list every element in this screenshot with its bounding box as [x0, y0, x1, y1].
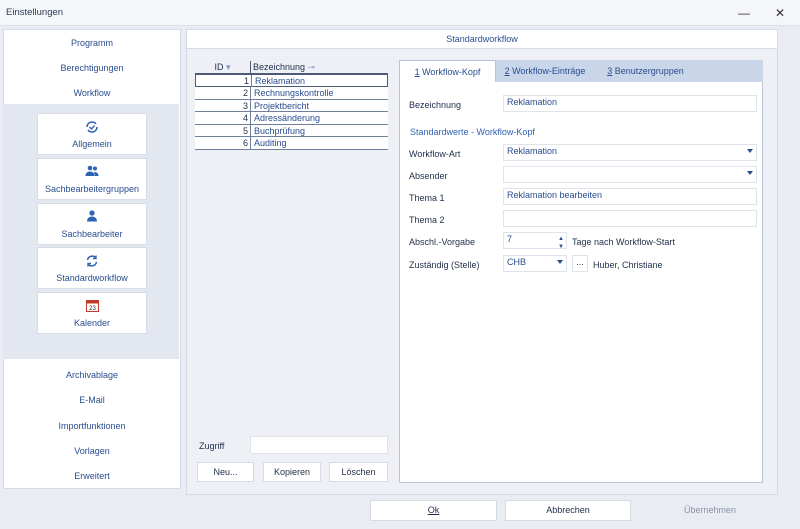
- tab-bar: 1 Workflow-Kopf 2 Workflow-Einträge 3 Be…: [399, 60, 763, 82]
- subnav-sachbearbeiter-label: Sachbearbeiter: [61, 229, 123, 239]
- nav-item-programm[interactable]: Programm: [4, 38, 180, 48]
- zustaendig-value: CHB: [507, 257, 527, 267]
- zustaendig-select[interactable]: CHB: [503, 255, 567, 272]
- chevron-down-icon: [747, 149, 753, 153]
- bezeichnung-label: Bezeichnung: [409, 100, 462, 110]
- subnav-allgemein-label: Allgemein: [72, 139, 112, 149]
- delete-button[interactable]: Löschen: [329, 462, 388, 482]
- tab-workflow-eintraege[interactable]: 2 Workflow-Einträge: [496, 60, 594, 82]
- calendar-icon: 23: [38, 299, 146, 315]
- thema2-field[interactable]: [503, 210, 757, 227]
- tab-benutzergruppen[interactable]: 3 Benutzergruppen: [598, 60, 693, 82]
- tab-workflow-kopf[interactable]: 1 Workflow-Kopf: [399, 60, 496, 82]
- workflow-art-label: Workflow-Art: [409, 149, 461, 159]
- nav-item-berechtigungen[interactable]: Berechtigungen: [4, 63, 180, 73]
- column-header-id[interactable]: ID ▾: [195, 62, 250, 73]
- nav-item-workflow[interactable]: Workflow: [4, 88, 180, 98]
- svg-text:23: 23: [89, 306, 96, 312]
- list-header: ID ▾ Bezeichnung ⊸: [195, 61, 388, 74]
- zugriff-label: Zugriff: [199, 441, 225, 451]
- table-row[interactable]: 6 Auditing: [195, 137, 388, 150]
- table-row[interactable]: 3 Projektbericht: [195, 99, 388, 112]
- zustaendig-name: Huber, Christiane: [593, 260, 663, 270]
- subnav-kalender[interactable]: 23 Kalender: [37, 292, 147, 334]
- row-divider: [250, 112, 251, 124]
- workflow-art-select[interactable]: Reklamation: [503, 144, 757, 161]
- column-divider: [250, 61, 251, 74]
- abschluss-vorgabe-stepper[interactable]: 7 ▲ ▼: [503, 232, 567, 250]
- subnav-standardworkflow[interactable]: Standardworkflow: [37, 247, 147, 289]
- subnav-sachbearbeitergruppen-label: Sachbearbeitergruppen: [44, 184, 140, 194]
- table-row[interactable]: 4 Adressänderung: [195, 112, 388, 125]
- nav-item-erweitert[interactable]: Erweitert: [4, 471, 180, 481]
- abschluss-vorgabe-label: Abschl.-Vorgabe: [409, 237, 476, 247]
- nav-item-email[interactable]: E-Mail: [4, 395, 180, 405]
- abschluss-vorgabe-value: 7: [507, 234, 513, 244]
- nav-item-vorlagen[interactable]: Vorlagen: [4, 446, 180, 456]
- subnav-sachbearbeiter[interactable]: Sachbearbeiter: [37, 203, 147, 245]
- row-divider: [250, 99, 251, 112]
- table-row[interactable]: 5 Buchprüfung: [195, 124, 388, 137]
- cancel-button[interactable]: Abbrechen: [505, 500, 631, 521]
- title-bar: Einstellungen — ✕: [0, 0, 800, 26]
- page-title: Standardworkflow: [186, 29, 778, 49]
- row-id: 6: [242, 138, 248, 148]
- new-button[interactable]: Neu...: [197, 462, 254, 482]
- stepper-down-icon[interactable]: ▼: [558, 241, 564, 254]
- row-text: Reklamation: [255, 76, 306, 86]
- workflow-art-value: Reklamation: [507, 146, 558, 156]
- chevron-down-icon: [747, 171, 753, 175]
- subnav-standardworkflow-label: Standardworkflow: [56, 273, 128, 283]
- row-id: 3: [242, 100, 248, 111]
- absender-select[interactable]: [503, 166, 757, 183]
- row-id: 5: [242, 125, 248, 136]
- subnav-sachbearbeitergruppen[interactable]: Sachbearbeitergruppen: [37, 158, 147, 200]
- close-button[interactable]: ✕: [766, 4, 794, 22]
- row-text: Auditing: [254, 138, 287, 148]
- workflow-subnav: Allgemein Sachbearbeitergruppen Sachbear…: [3, 104, 179, 359]
- nav-item-archivablage[interactable]: Archivablage: [4, 370, 180, 380]
- minimize-button[interactable]: —: [730, 4, 758, 22]
- section-heading: Standardwerte - Workflow-Kopf: [410, 127, 535, 137]
- row-text: Buchprüfung: [254, 125, 306, 136]
- copy-button[interactable]: Kopieren: [263, 462, 321, 482]
- refresh-icon: [38, 254, 146, 271]
- zustaendig-label: Zuständig (Stelle): [409, 260, 480, 270]
- key-icon: ⊸: [307, 62, 316, 72]
- row-divider: [250, 87, 251, 99]
- bezeichnung-field[interactable]: Reklamation: [503, 95, 757, 112]
- row-text: Projektbericht: [254, 100, 310, 111]
- row-divider: [250, 137, 251, 149]
- row-id: 1: [243, 76, 249, 86]
- window-title: Einstellungen: [6, 7, 64, 18]
- row-text: Rechnungskontrolle: [254, 88, 334, 98]
- thema1-label: Thema 1: [409, 193, 445, 203]
- cycle-check-icon: [38, 120, 146, 137]
- column-header-bezeichnung[interactable]: Bezeichnung ⊸: [253, 62, 315, 73]
- row-id: 2: [242, 88, 248, 98]
- group-icon: [38, 165, 146, 180]
- thema1-field[interactable]: Reklamation bearbeiten: [503, 188, 757, 205]
- row-id: 4: [242, 113, 248, 123]
- subnav-allgemein[interactable]: Allgemein: [37, 113, 147, 155]
- thema2-label: Thema 2: [409, 215, 445, 225]
- zugriff-input[interactable]: [250, 436, 388, 454]
- subnav-kalender-label: Kalender: [73, 318, 111, 328]
- row-text: Adressänderung: [254, 113, 321, 123]
- workflow-kopf-panel: Bezeichnung Reklamation Standardwerte - …: [399, 82, 763, 483]
- abschluss-vorgabe-suffix: Tage nach Workflow-Start: [572, 237, 675, 247]
- zustaendig-browse-button[interactable]: ...: [572, 255, 588, 272]
- row-divider: [251, 75, 252, 87]
- user-icon: [38, 210, 146, 225]
- table-row[interactable]: 2 Rechnungskontrolle: [195, 87, 388, 100]
- table-row[interactable]: 1 Reklamation: [195, 74, 388, 87]
- row-divider: [250, 124, 251, 137]
- apply-button[interactable]: Übernehmen: [640, 500, 780, 521]
- ok-button[interactable]: Ok: [370, 500, 497, 521]
- nav-item-importfunktionen[interactable]: Importfunktionen: [4, 421, 180, 431]
- chevron-down-icon: [557, 260, 563, 264]
- absender-label: Absender: [409, 171, 448, 181]
